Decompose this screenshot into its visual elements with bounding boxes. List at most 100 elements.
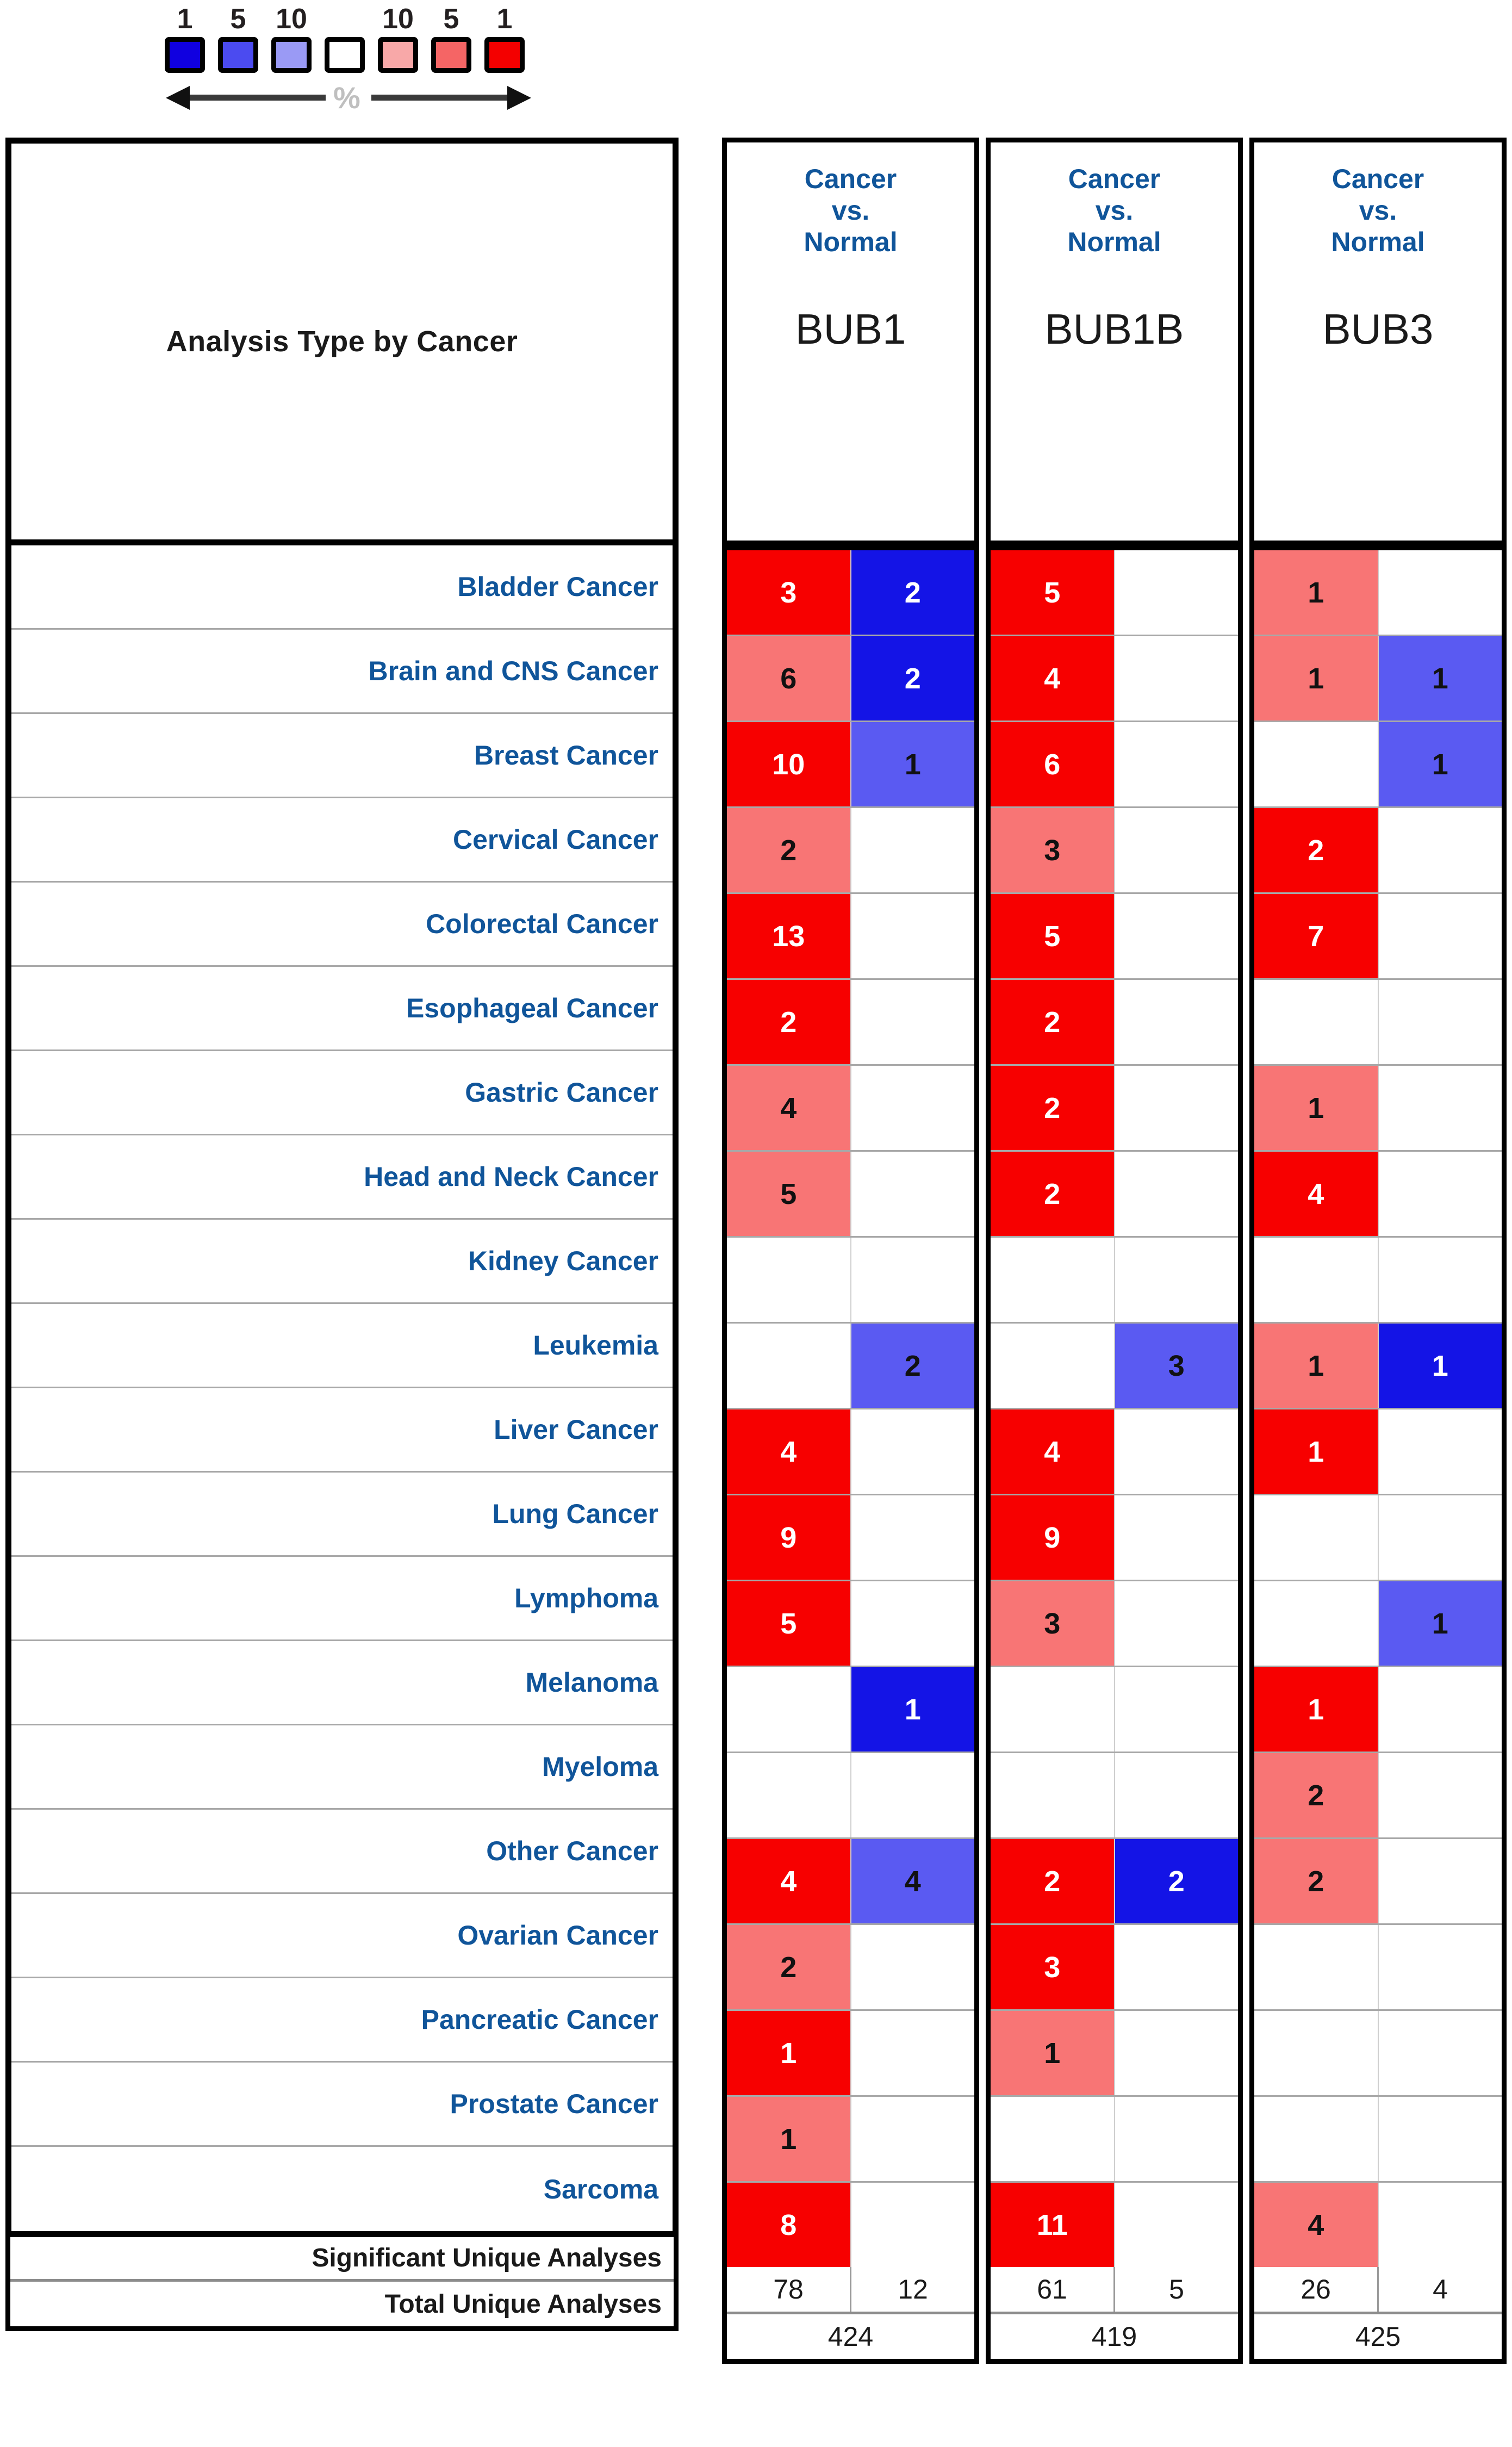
over-expression-cell[interactable]: 3 (727, 550, 851, 635)
over-expression-cell[interactable]: 1 (1254, 1409, 1379, 1494)
over-expression-cell[interactable] (991, 1238, 1115, 1322)
cancer-type-label[interactable]: Myeloma (11, 1725, 673, 1810)
under-expression-cell[interactable] (1378, 980, 1502, 1064)
cancer-type-label[interactable]: Melanoma (11, 1641, 673, 1725)
under-expression-cell[interactable]: 2 (851, 1324, 974, 1408)
over-expression-cell[interactable]: 10 (727, 722, 851, 806)
under-expression-cell[interactable] (851, 808, 974, 892)
over-expression-cell[interactable] (727, 1753, 851, 1837)
under-expression-cell[interactable]: 1 (1378, 636, 1502, 721)
cancer-type-label[interactable]: Cervical Cancer (11, 798, 673, 883)
under-expression-cell[interactable] (1115, 2097, 1238, 2181)
over-expression-cell[interactable] (991, 1753, 1115, 1837)
under-expression-cell[interactable] (851, 1581, 974, 1666)
under-expression-cell[interactable]: 1 (851, 722, 974, 806)
under-expression-cell[interactable] (1115, 550, 1238, 635)
gene-name[interactable]: BUB1B (1045, 305, 1184, 354)
over-expression-cell[interactable]: 1 (1254, 550, 1379, 635)
over-expression-cell[interactable] (727, 1667, 851, 1752)
under-expression-cell[interactable] (1378, 1152, 1502, 1236)
under-expression-cell[interactable] (1378, 550, 1502, 635)
under-expression-cell[interactable] (1115, 1066, 1238, 1150)
over-expression-cell[interactable] (991, 2097, 1115, 2181)
cancer-type-label[interactable]: Liver Cancer (11, 1388, 673, 1473)
cancer-type-label[interactable]: Kidney Cancer (11, 1220, 673, 1304)
under-expression-cell[interactable] (851, 1753, 974, 1837)
gene-name[interactable]: BUB3 (1323, 305, 1434, 354)
over-expression-cell[interactable] (1254, 1238, 1379, 1322)
over-expression-cell[interactable]: 5 (991, 894, 1115, 978)
under-expression-cell[interactable] (851, 980, 974, 1064)
under-expression-cell[interactable] (851, 1925, 974, 2009)
under-expression-cell[interactable] (851, 1238, 974, 1322)
over-expression-cell[interactable]: 2 (727, 980, 851, 1064)
over-expression-cell[interactable]: 7 (1254, 894, 1379, 978)
under-expression-cell[interactable] (1115, 636, 1238, 721)
under-expression-cell[interactable] (1378, 1753, 1502, 1837)
cancer-type-label[interactable]: Esophageal Cancer (11, 967, 673, 1051)
cancer-type-label[interactable]: Leukemia (11, 1304, 673, 1388)
over-expression-cell[interactable]: 9 (991, 1495, 1115, 1580)
under-expression-cell[interactable] (1115, 1152, 1238, 1236)
over-expression-cell[interactable]: 6 (727, 636, 851, 721)
over-expression-cell[interactable]: 6 (991, 722, 1115, 806)
under-expression-cell[interactable]: 1 (1378, 1324, 1502, 1408)
cancer-type-label[interactable]: Brain and CNS Cancer (11, 630, 673, 714)
over-expression-cell[interactable]: 5 (727, 1152, 851, 1236)
under-expression-cell[interactable] (1378, 1238, 1502, 1322)
over-expression-cell[interactable]: 9 (727, 1495, 851, 1580)
over-expression-cell[interactable]: 1 (1254, 1667, 1379, 1752)
over-expression-cell[interactable]: 4 (727, 1066, 851, 1150)
cancer-type-label[interactable]: Gastric Cancer (11, 1051, 673, 1135)
over-expression-cell[interactable]: 2 (727, 808, 851, 892)
cancer-type-label[interactable]: Other Cancer (11, 1810, 673, 1894)
gene-name[interactable]: BUB1 (795, 305, 906, 354)
under-expression-cell[interactable] (1378, 1066, 1502, 1150)
over-expression-cell[interactable]: 8 (727, 2183, 851, 2267)
under-expression-cell[interactable] (851, 1409, 974, 1494)
under-expression-cell[interactable] (1378, 2011, 1502, 2095)
under-expression-cell[interactable] (1378, 808, 1502, 892)
cancer-type-label[interactable]: Lung Cancer (11, 1473, 673, 1557)
cancer-type-label[interactable]: Head and Neck Cancer (11, 1135, 673, 1220)
under-expression-cell[interactable] (1115, 2011, 1238, 2095)
over-expression-cell[interactable]: 2 (991, 980, 1115, 1064)
under-expression-cell[interactable]: 1 (1378, 1581, 1502, 1666)
over-expression-cell[interactable]: 4 (991, 1409, 1115, 1494)
over-expression-cell[interactable] (1254, 980, 1379, 1064)
over-expression-cell[interactable] (727, 1324, 851, 1408)
under-expression-cell[interactable]: 2 (1115, 1839, 1238, 1923)
cancer-type-label[interactable]: Breast Cancer (11, 714, 673, 798)
over-expression-cell[interactable]: 1 (991, 2011, 1115, 2095)
under-expression-cell[interactable] (1115, 808, 1238, 892)
over-expression-cell[interactable]: 2 (991, 1839, 1115, 1923)
over-expression-cell[interactable]: 4 (727, 1409, 851, 1494)
over-expression-cell[interactable] (1254, 1581, 1379, 1666)
over-expression-cell[interactable]: 2 (1254, 808, 1379, 892)
under-expression-cell[interactable]: 2 (851, 636, 974, 721)
under-expression-cell[interactable] (851, 2011, 974, 2095)
under-expression-cell[interactable]: 1 (851, 1667, 974, 1752)
over-expression-cell[interactable]: 11 (991, 2183, 1115, 2267)
under-expression-cell[interactable] (851, 2097, 974, 2181)
under-expression-cell[interactable] (851, 894, 974, 978)
under-expression-cell[interactable] (1115, 2183, 1238, 2267)
under-expression-cell[interactable] (1115, 1409, 1238, 1494)
under-expression-cell[interactable] (1378, 2183, 1502, 2267)
cancer-type-label[interactable]: Sarcoma (11, 2147, 673, 2231)
under-expression-cell[interactable] (1115, 1495, 1238, 1580)
cancer-type-label[interactable]: Prostate Cancer (11, 2063, 673, 2147)
under-expression-cell[interactable] (851, 1066, 974, 1150)
over-expression-cell[interactable]: 4 (1254, 1152, 1379, 1236)
over-expression-cell[interactable] (991, 1324, 1115, 1408)
over-expression-cell[interactable]: 4 (1254, 2183, 1379, 2267)
over-expression-cell[interactable]: 13 (727, 894, 851, 978)
under-expression-cell[interactable] (1115, 1238, 1238, 1322)
under-expression-cell[interactable] (1378, 894, 1502, 978)
under-expression-cell[interactable] (851, 2183, 974, 2267)
over-expression-cell[interactable]: 2 (1254, 1839, 1379, 1923)
cancer-type-label[interactable]: Bladder Cancer (11, 545, 673, 630)
under-expression-cell[interactable] (1115, 1925, 1238, 2009)
under-expression-cell[interactable] (1115, 1581, 1238, 1666)
under-expression-cell[interactable] (1378, 2097, 1502, 2181)
